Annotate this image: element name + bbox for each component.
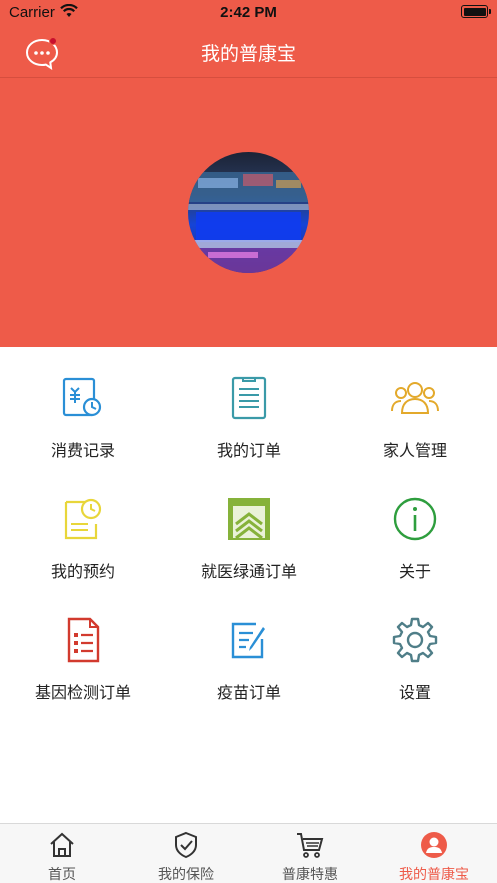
- green-channel-icon: [228, 498, 270, 540]
- settings-gear-icon: [392, 617, 438, 663]
- menu-item-green-channel-orders[interactable]: 就医绿通订单: [166, 468, 332, 588]
- menu-label: 基因检测订单: [34, 683, 131, 702]
- menu-item-consumption-record[interactable]: 消费记录: [0, 347, 166, 467]
- page-title: 我的普康宝: [200, 43, 296, 65]
- menu-label: 设置: [398, 683, 431, 702]
- tab-label: 我的保险: [158, 867, 214, 883]
- tab-my-pukangbao[interactable]: 我的普康宝: [372, 824, 497, 883]
- tab-label: 普康特惠: [282, 867, 338, 883]
- tab-special-offers[interactable]: 普康特惠: [248, 824, 372, 883]
- menu-label: 疫苗订单: [216, 683, 281, 702]
- info-icon: [393, 497, 437, 541]
- tab-home[interactable]: 首页: [0, 824, 124, 883]
- order-list-icon: [231, 376, 267, 420]
- battery-icon: [461, 5, 491, 18]
- status-bar: Carrier 2:42 PM: [0, 0, 497, 26]
- menu-item-my-appointment[interactable]: 我的预约: [0, 468, 166, 588]
- menu-label: 关于: [398, 562, 431, 581]
- menu-label: 我的订单: [216, 441, 281, 460]
- menu-label: 我的预约: [50, 562, 115, 581]
- cart-icon: [297, 833, 324, 858]
- shield-check-icon: [175, 831, 197, 859]
- home-icon: [50, 832, 74, 857]
- appointment-icon: [64, 498, 102, 540]
- family-icon: [391, 382, 439, 414]
- menu-item-gene-test-orders[interactable]: 基因检测订单: [0, 589, 166, 709]
- gene-test-icon: [67, 617, 100, 663]
- consumption-record-icon: [62, 377, 102, 417]
- profile-header: [0, 78, 497, 347]
- menu-label: 消费记录: [50, 441, 115, 460]
- menu-item-settings[interactable]: 设置: [332, 589, 497, 709]
- profile-icon: [421, 832, 447, 858]
- avatar[interactable]: [188, 152, 309, 273]
- vaccine-order-icon: [231, 622, 265, 659]
- menu-item-my-orders[interactable]: 我的订单: [166, 347, 332, 467]
- avatar-photo: [188, 152, 309, 273]
- tab-label: 首页: [48, 867, 76, 883]
- menu-label: 家人管理: [382, 441, 447, 460]
- tab-my-insurance[interactable]: 我的保险: [124, 824, 248, 883]
- tab-bar: 首页 我的保险 普康特惠 我的普康宝: [0, 823, 497, 883]
- menu-item-family-management[interactable]: 家人管理: [332, 347, 497, 467]
- menu-item-about[interactable]: 关于: [332, 468, 497, 588]
- tab-label: 我的普康宝: [399, 867, 469, 883]
- nav-bar: 我的普康宝: [0, 26, 497, 78]
- menu-label: 就医绿通订单: [200, 562, 297, 581]
- status-time: 2:42 PM: [220, 4, 277, 21]
- menu-item-vaccine-orders[interactable]: 疫苗订单: [166, 589, 332, 709]
